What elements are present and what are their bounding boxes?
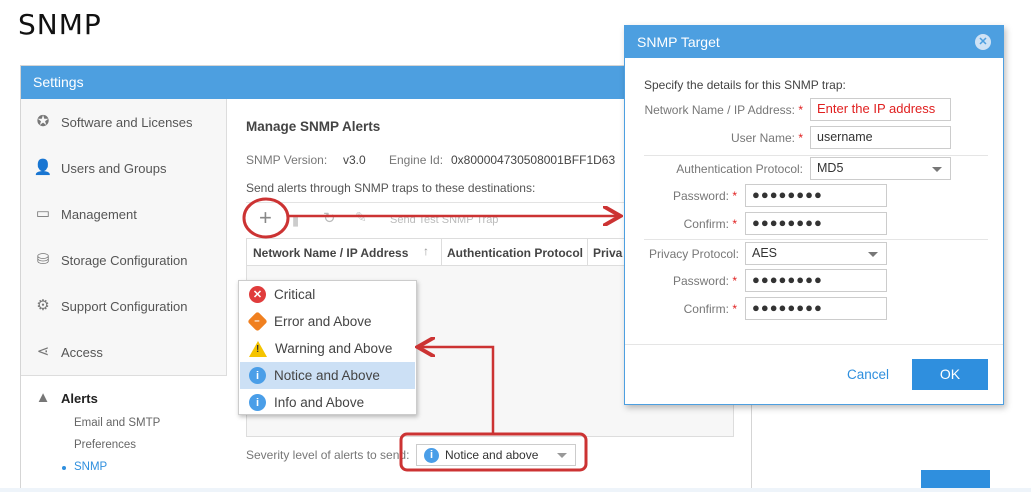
ip-input[interactable]: Enter the IP address: [810, 98, 951, 121]
snmp-target-dialog: SNMP Target ✕ Specify the details for th…: [624, 25, 1004, 405]
sidebar-item-label: Software and Licenses: [61, 114, 193, 130]
auth-value: MD5: [817, 161, 844, 175]
auth-password-input[interactable]: ●●●●●●●●: [745, 184, 887, 207]
dialog-header: SNMP Target ✕: [625, 26, 1003, 58]
critical-icon: ✕: [249, 286, 266, 303]
award-icon: ✪: [36, 113, 50, 130]
share-icon: ⋖: [36, 343, 50, 360]
engine-value: 0x800004730508001BFF1D63: [451, 153, 616, 167]
column-header-privacy[interactable]: Priva: [593, 246, 622, 260]
auth-protocol-select[interactable]: MD5: [810, 157, 951, 180]
menu-item-critical[interactable]: ✕ Critical: [240, 281, 415, 308]
menu-item-label: Warning and Above: [275, 341, 393, 356]
database-icon: ⛁: [36, 251, 50, 268]
auth-protocol-label: Authentication Protocol:: [676, 162, 803, 176]
ip-label: Network Name / IP Address: *: [644, 103, 803, 117]
dialog-title: SNMP Target: [637, 34, 720, 50]
severity-value: Notice and above: [445, 448, 539, 462]
version-label: SNMP Version:: [246, 153, 328, 167]
severity-label: Severity level of alerts to send:: [246, 448, 410, 462]
sidebar-item-label: Access: [61, 344, 103, 360]
page-title: SNMP: [18, 8, 102, 41]
sidebar-sub-preferences[interactable]: Preferences: [74, 439, 136, 451]
username-label: User Name: *: [730, 131, 803, 145]
sidebar-item-label: Storage Configuration: [61, 252, 188, 268]
chevron-down-icon: [932, 167, 942, 172]
refresh-icon[interactable]: ↻: [323, 209, 336, 227]
computer-icon: ▭: [35, 205, 51, 222]
menu-item-warning[interactable]: ! Warning and Above: [240, 335, 415, 362]
severity-select[interactable]: i Notice and above: [416, 444, 576, 466]
warning-icon: ▲: [35, 389, 51, 406]
privacy-password-label: Password: *: [672, 274, 737, 288]
active-dot: [62, 466, 66, 470]
menu-item-label: Critical: [274, 287, 316, 302]
sidebar-item-management[interactable]: ▭ Management: [33, 205, 137, 223]
sidebar-item-alerts[interactable]: ▲ Alerts: [33, 389, 98, 407]
destinations-text: Send alerts through SNMP traps to these …: [246, 181, 536, 195]
chevron-down-icon: [868, 252, 878, 257]
version-value: v3.0: [343, 153, 366, 167]
privacy-protocol-label: Privacy Protocol:: [648, 247, 739, 261]
sidebar-item-software[interactable]: ✪ Software and Licenses: [33, 113, 193, 131]
privacy-confirm-label: Confirm: *: [683, 302, 737, 316]
sidebar-item-storage[interactable]: ⛁ Storage Configuration: [33, 251, 188, 269]
headset-icon: ⚙: [36, 297, 50, 314]
close-icon[interactable]: ✕: [975, 34, 991, 50]
menu-item-label: Notice and Above: [274, 368, 380, 383]
sidebar-item-support[interactable]: ⚙ Support Configuration: [33, 297, 187, 315]
sidebar-item-label: Alerts: [61, 390, 98, 406]
info-icon: i: [249, 394, 266, 411]
info-icon: i: [424, 447, 439, 463]
username-input[interactable]: username: [810, 126, 951, 149]
section-heading: Manage SNMP Alerts: [246, 119, 381, 134]
cancel-button[interactable]: Cancel: [847, 367, 889, 382]
sidebar-item-label: Support Configuration: [61, 298, 188, 314]
privacy-confirm-input[interactable]: ●●●●●●●●: [745, 297, 887, 320]
user-icon: 👤: [33, 159, 53, 176]
error-icon: −: [247, 311, 268, 332]
menu-item-error[interactable]: − Error and Above: [240, 308, 415, 335]
severity-menu: ✕ Critical − Error and Above ! Warning and …: [238, 280, 417, 415]
add-icon[interactable]: +: [259, 205, 272, 231]
column-header-ip[interactable]: Network Name / IP Address: [253, 246, 408, 260]
privacy-value: AES: [752, 246, 778, 260]
privacy-password-input[interactable]: ●●●●●●●●: [745, 269, 887, 292]
edit-icon[interactable]: ✎: [355, 209, 367, 226]
auth-password-label: Password: *: [672, 189, 737, 203]
sidebar-item-label: Users and Groups: [61, 160, 167, 176]
bottom-strip: [0, 488, 1031, 492]
auth-confirm-input[interactable]: ●●●●●●●●: [745, 212, 887, 235]
sidebar-sub-email[interactable]: Email and SMTP: [74, 417, 160, 429]
menu-item-notice[interactable]: i Notice and Above: [240, 362, 415, 389]
dialog-intro: Specify the details for this SNMP trap:: [644, 78, 846, 92]
chevron-down-icon: [557, 453, 567, 458]
column-header-auth[interactable]: Authentication Protocol: [447, 246, 583, 260]
privacy-protocol-select[interactable]: AES: [745, 242, 887, 265]
sort-asc-icon[interactable]: ↑: [423, 244, 429, 258]
sidebar-item-access[interactable]: ⋖ Access: [33, 343, 103, 361]
info-icon: i: [249, 367, 266, 384]
auth-confirm-label: Confirm: *: [683, 217, 737, 231]
menu-item-info[interactable]: i Info and Above: [240, 389, 415, 416]
sidebar-item-label: Management: [61, 206, 137, 222]
menu-item-label: Error and Above: [274, 314, 372, 329]
sidebar-sub-snmp[interactable]: SNMP: [62, 461, 108, 473]
send-test-button[interactable]: Send Test SNMP Trap: [390, 214, 498, 226]
ok-button[interactable]: OK: [912, 359, 988, 390]
sidebar-item-users[interactable]: 👤 Users and Groups: [33, 159, 167, 177]
engine-label: Engine Id:: [389, 153, 444, 167]
menu-item-label: Info and Above: [274, 395, 365, 410]
delete-icon[interactable]: ▮: [292, 213, 299, 229]
sidebar: ✪ Software and Licenses 👤 Users and Groups…: [21, 99, 227, 376]
warning-icon: !: [249, 340, 267, 357]
sub-label: SNMP: [74, 461, 108, 473]
